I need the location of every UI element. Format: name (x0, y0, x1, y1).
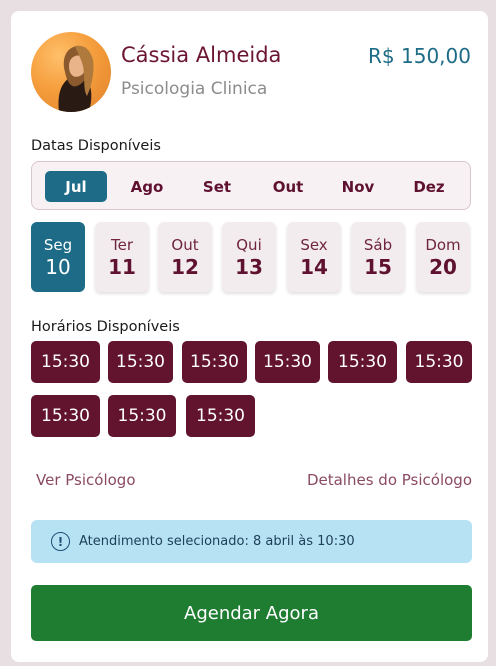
month-tab[interactable]: Dez (398, 171, 460, 202)
day-option[interactable]: Sex 14 (287, 222, 341, 292)
avatar-photo (58, 45, 94, 112)
doctor-name: Cássia Almeida (121, 43, 282, 67)
day-option[interactable]: Out 12 (158, 222, 212, 292)
day-number: 20 (429, 254, 457, 279)
day-option[interactable]: Ter 11 (95, 222, 149, 292)
month-selector: Jul Ago Set Out Nov Dez (31, 161, 471, 210)
doctor-specialty: Psicologia Clinica (121, 79, 268, 99)
day-weekday: Qui (236, 235, 262, 254)
view-psychologist-link[interactable]: Ver Psicólogo (36, 471, 136, 489)
selection-alert: ! Atendimento selecionado: 8 abril às 10… (31, 520, 472, 563)
time-slot[interactable]: 15:30 (108, 341, 173, 383)
times-title: Horários Disponíveis (31, 319, 180, 335)
info-icon: ! (51, 532, 70, 551)
dates-title: Datas Disponíveis (31, 138, 161, 154)
session-price: R$ 150,00 (368, 44, 471, 68)
booking-card: Cássia Almeida Psicologia Clinica R$ 150… (11, 11, 488, 662)
time-slot[interactable]: 15:30 (186, 395, 255, 437)
day-number: 10 (45, 254, 71, 279)
doctor-avatar (31, 32, 111, 112)
time-slot[interactable]: 15:30 (255, 341, 320, 383)
time-slot[interactable]: 15:30 (108, 395, 176, 437)
time-slot[interactable]: 15:30 (406, 341, 472, 383)
month-tab[interactable]: Nov (327, 171, 389, 202)
day-option[interactable]: Sáb 15 (351, 222, 405, 292)
day-option[interactable]: Qui 13 (222, 222, 276, 292)
day-number: 12 (171, 254, 199, 279)
month-tab[interactable]: Set (186, 171, 248, 202)
day-weekday: Seg (43, 235, 73, 254)
book-now-button[interactable]: Agendar Agora (31, 585, 472, 641)
day-number: 15 (364, 254, 392, 279)
day-weekday: Sex (300, 235, 328, 254)
time-slot[interactable]: 15:30 (328, 341, 397, 383)
day-weekday: Sáb (363, 235, 393, 254)
day-number: 13 (235, 254, 263, 279)
time-slot[interactable]: 15:30 (31, 341, 100, 383)
day-option[interactable]: Dom 20 (416, 222, 470, 292)
day-weekday: Dom (425, 235, 461, 254)
month-tab[interactable]: Out (257, 171, 319, 202)
day-weekday: Out (171, 235, 199, 254)
psychologist-details-link[interactable]: Detalhes do Psicólogo (307, 471, 472, 489)
month-tab[interactable]: Ago (116, 171, 178, 202)
day-weekday: Ter (110, 235, 133, 254)
day-number: 11 (108, 254, 136, 279)
alert-text: Atendimento selecionado: 8 abril às 10:3… (79, 534, 355, 549)
day-option[interactable]: Seg 10 (31, 222, 85, 292)
month-tab[interactable]: Jul (45, 171, 107, 202)
time-slot[interactable]: 15:30 (31, 395, 100, 437)
time-slot[interactable]: 15:30 (182, 341, 247, 383)
day-number: 14 (300, 254, 328, 279)
